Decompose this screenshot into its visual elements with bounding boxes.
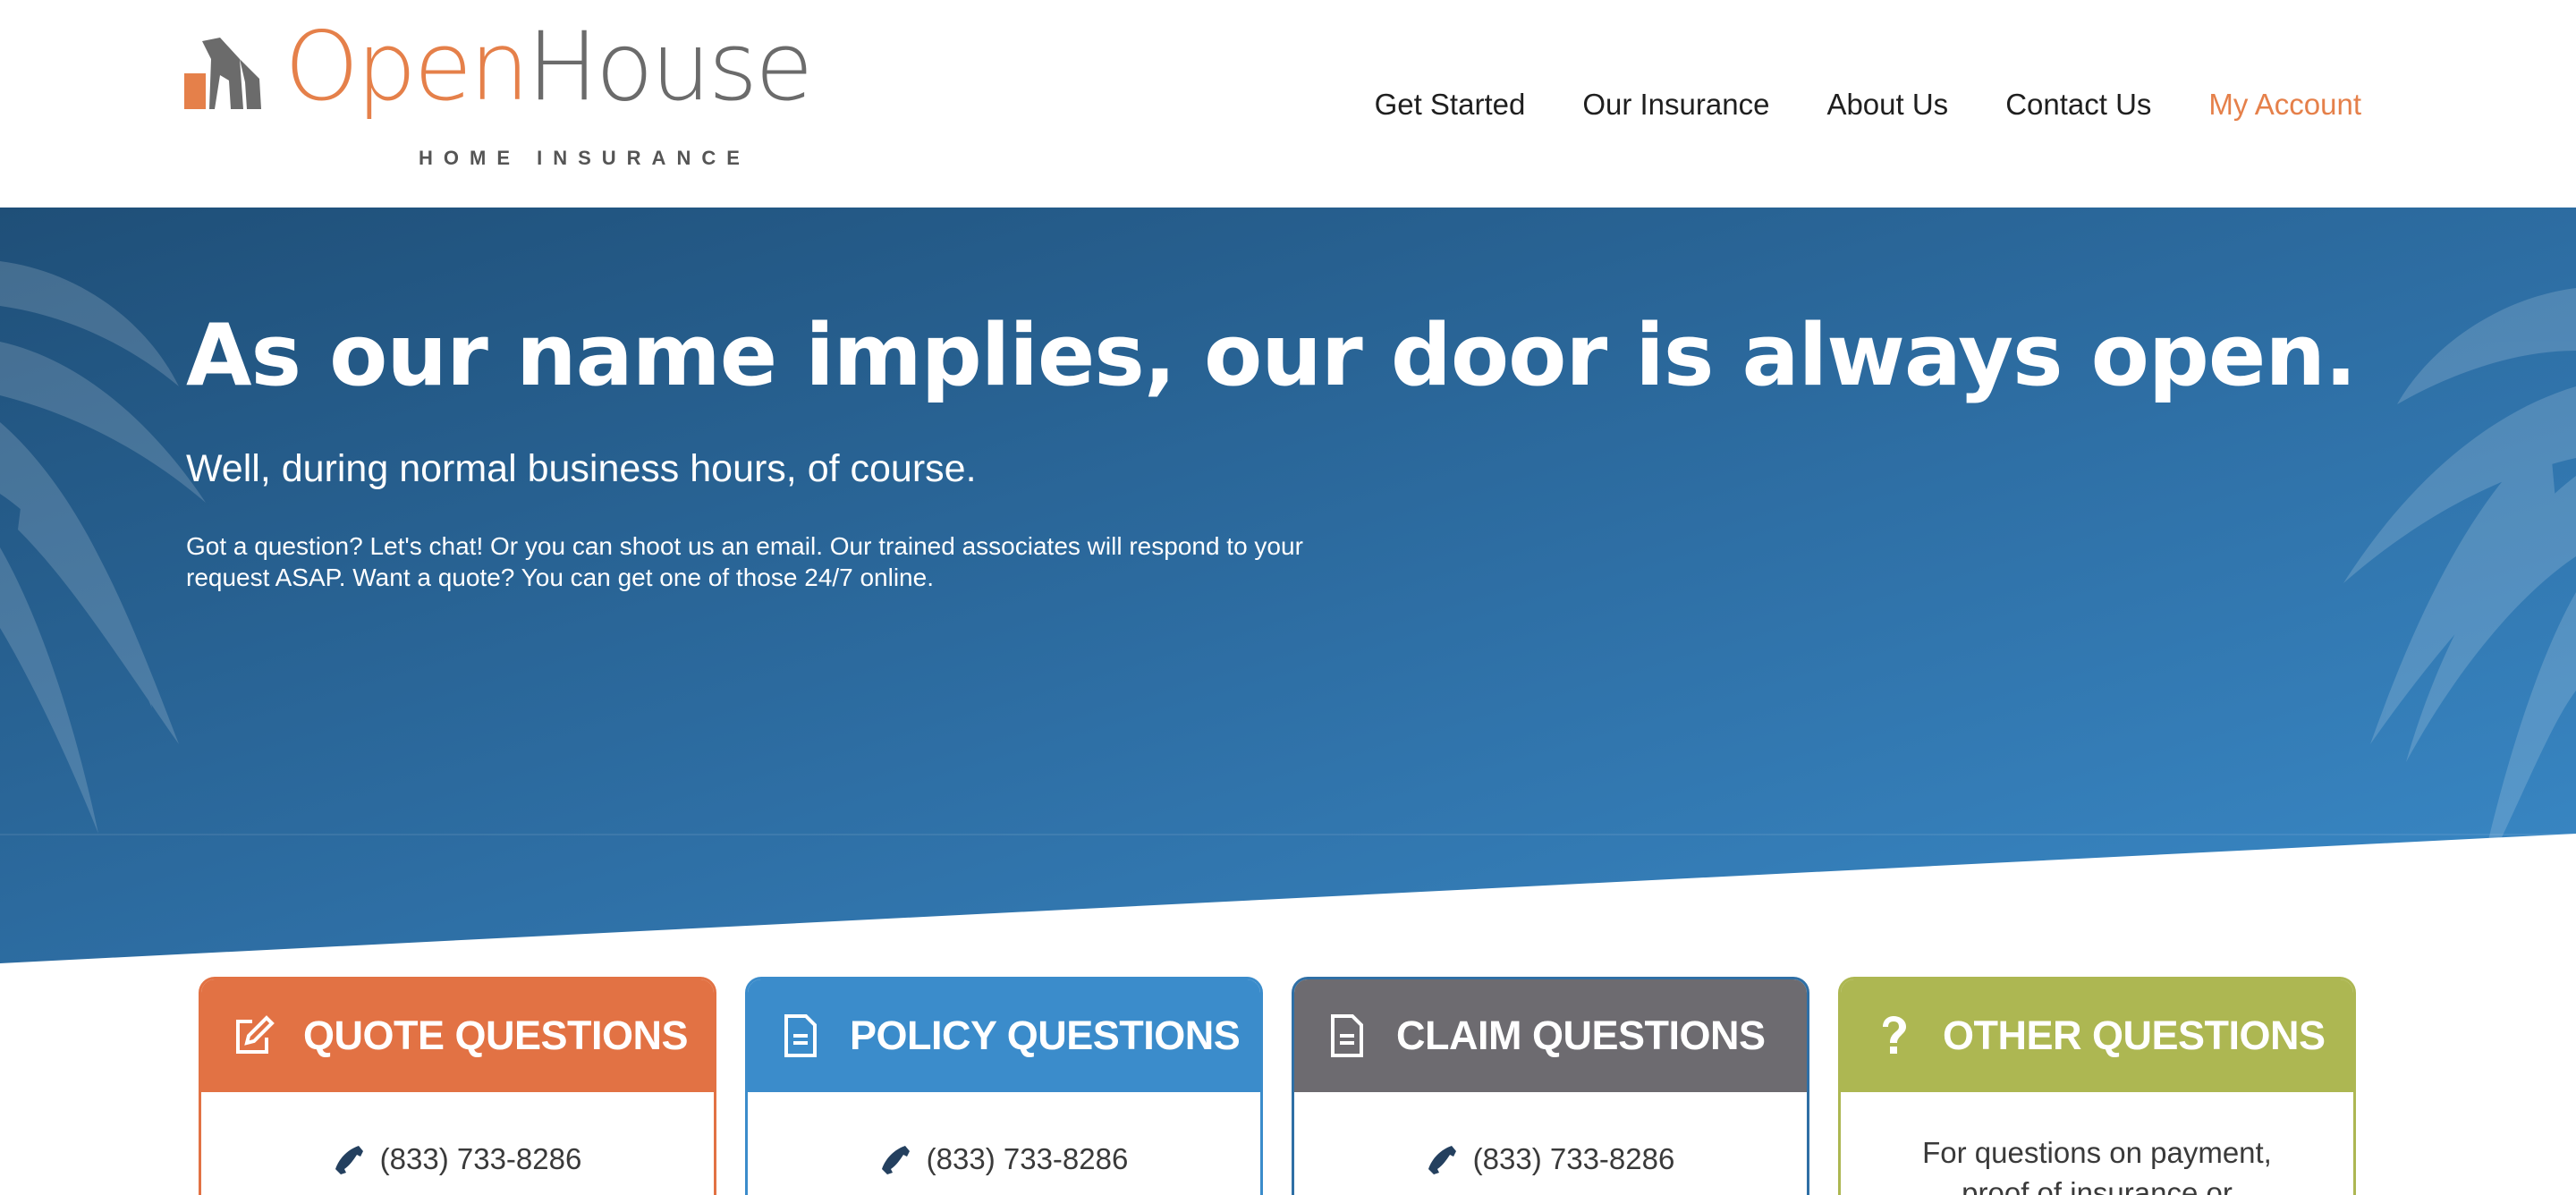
quote-questions-card: QUOTE QUESTIONS (833) 733-8286 <box>199 977 716 1195</box>
phone-icon <box>335 1146 363 1174</box>
claim-card-header: CLAIM QUESTIONS <box>1294 979 1807 1092</box>
claim-phone-number: (833) 733-8286 <box>1472 1142 1675 1175</box>
question-icon <box>1871 1013 1916 1058</box>
quote-phone-link[interactable]: (833) 733-8286 <box>334 1142 582 1176</box>
other-card-title: OTHER QUESTIONS <box>1943 1013 2326 1058</box>
policy-card-header: POLICY QUESTIONS <box>748 979 1260 1092</box>
openhouse-logo[interactable]: OpenHouse HOME INSURANCE <box>184 20 846 179</box>
claim-card-body: (833) 733-8286 <box>1294 1092 1807 1182</box>
hero-title: As our name implies, our door is always … <box>186 307 2357 405</box>
logo-wordmark: OpenHouse <box>284 20 813 114</box>
other-questions-card: OTHER QUESTIONS For questions on payment… <box>1838 977 2356 1195</box>
hero-banner: As our name implies, our door is always … <box>0 208 2576 968</box>
site-header: OpenHouse HOME INSURANCE Get Started Our… <box>0 0 2576 208</box>
hero-content: As our name implies, our door is always … <box>186 307 2357 593</box>
nav-get-started[interactable]: Get Started <box>1375 88 1526 122</box>
policy-card-title: POLICY QUESTIONS <box>850 1013 1241 1058</box>
hero-subtitle: Well, during normal business hours, of c… <box>186 447 977 491</box>
logo-word-house: House <box>527 12 813 122</box>
logo-word-open: Open <box>284 12 530 122</box>
quote-card-body: (833) 733-8286 <box>201 1092 714 1182</box>
hero-body-text: Got a question? Let's chat! Or you can s… <box>186 531 1303 591</box>
nav-about-us[interactable]: About Us <box>1826 88 1948 122</box>
quote-card-title: QUOTE QUESTIONS <box>303 1013 689 1058</box>
nav-contact-us[interactable]: Contact Us <box>2005 88 2151 122</box>
quote-phone-number: (833) 733-8286 <box>379 1142 582 1175</box>
logo-tagline: HOME INSURANCE <box>419 147 750 169</box>
other-card-text: For questions on payment, proof of insur… <box>1922 1136 2272 1195</box>
phone-icon <box>1428 1146 1456 1174</box>
policy-card-body: (833) 733-8286 <box>748 1092 1260 1182</box>
house-logo-icon <box>184 38 261 109</box>
other-card-header: OTHER QUESTIONS <box>1841 979 2353 1092</box>
nav-our-insurance[interactable]: Our Insurance <box>1582 88 1769 122</box>
policy-phone-link[interactable]: (833) 733-8286 <box>880 1142 1129 1176</box>
nav-my-account[interactable]: My Account <box>2208 88 2361 122</box>
policy-questions-card: POLICY QUESTIONS (833) 733-8286 <box>745 977 1263 1195</box>
claim-card-title: CLAIM QUESTIONS <box>1396 1013 1766 1058</box>
claim-phone-link[interactable]: (833) 733-8286 <box>1427 1142 1675 1176</box>
phone-icon <box>881 1146 910 1174</box>
edit-icon <box>232 1013 276 1058</box>
claim-questions-card: CLAIM QUESTIONS (833) 733-8286 <box>1292 977 1809 1195</box>
document-icon <box>778 1013 823 1058</box>
main-nav: Get Started Our Insurance About Us Conta… <box>1375 82 2361 127</box>
quote-card-header: QUOTE QUESTIONS <box>201 979 714 1092</box>
document-icon <box>1325 1013 1369 1058</box>
other-card-body: For questions on payment, proof of insur… <box>1841 1092 2353 1195</box>
contact-cards: QUOTE QUESTIONS (833) 733-8286 POLICY QU… <box>199 977 2356 1195</box>
policy-phone-number: (833) 733-8286 <box>926 1142 1129 1175</box>
